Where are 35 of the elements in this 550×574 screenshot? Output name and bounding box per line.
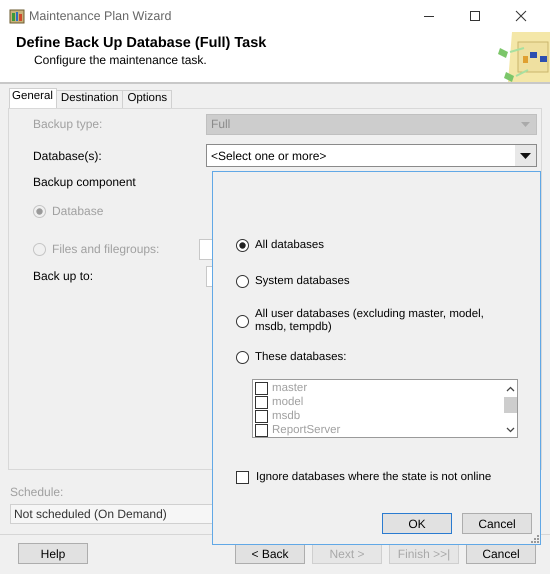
radio-button[interactable] bbox=[236, 274, 249, 288]
window-title: Maintenance Plan Wizard bbox=[29, 9, 172, 23]
field-label: Back up to: bbox=[32, 269, 94, 283]
resize-grip-icon bbox=[531, 535, 539, 543]
option-label: Database bbox=[52, 204, 104, 218]
scroll-up-icon bbox=[506, 386, 514, 392]
option-label: Files and filegroups: bbox=[52, 242, 160, 256]
app-icon bbox=[9, 8, 25, 24]
caret-icon bbox=[520, 152, 531, 158]
wizard-drawing bbox=[498, 30, 550, 82]
option-label: All databases bbox=[255, 238, 326, 252]
radio-button[interactable] bbox=[236, 238, 249, 252]
option-label: These databases: bbox=[255, 350, 348, 364]
page-title: Define Back Up Database (Full) Task bbox=[16, 35, 266, 51]
button[interactable]: Cancel bbox=[462, 513, 532, 534]
button[interactable]: OK bbox=[382, 513, 452, 534]
database-dropdown[interactable]: <Select one or more> bbox=[206, 144, 537, 167]
radio-button[interactable] bbox=[236, 314, 249, 328]
tab[interactable]: General bbox=[9, 88, 57, 108]
field-label: Backup type: bbox=[32, 117, 104, 131]
caret-icon bbox=[521, 122, 530, 126]
field-label: Backup component bbox=[32, 175, 137, 189]
tab[interactable]: Options bbox=[122, 90, 172, 108]
option-label: System databases bbox=[255, 274, 351, 288]
page-subtitle: Configure the maintenance task. bbox=[34, 53, 208, 67]
checkbox-label: Ignore databases where the state is not online bbox=[256, 471, 492, 484]
scroll-down-icon bbox=[506, 427, 514, 433]
schedule-label: Schedule: bbox=[10, 485, 64, 499]
button[interactable]: Help bbox=[18, 543, 88, 564]
button[interactable]: Cancel bbox=[466, 543, 536, 564]
field-label: Database(s): bbox=[32, 148, 103, 162]
option-label: All user databases (excluding master, model, msdb, tempdb) bbox=[255, 308, 485, 334]
radio-button[interactable] bbox=[236, 350, 249, 364]
button[interactable]: < Back bbox=[235, 543, 305, 564]
checkbox[interactable] bbox=[236, 471, 249, 484]
